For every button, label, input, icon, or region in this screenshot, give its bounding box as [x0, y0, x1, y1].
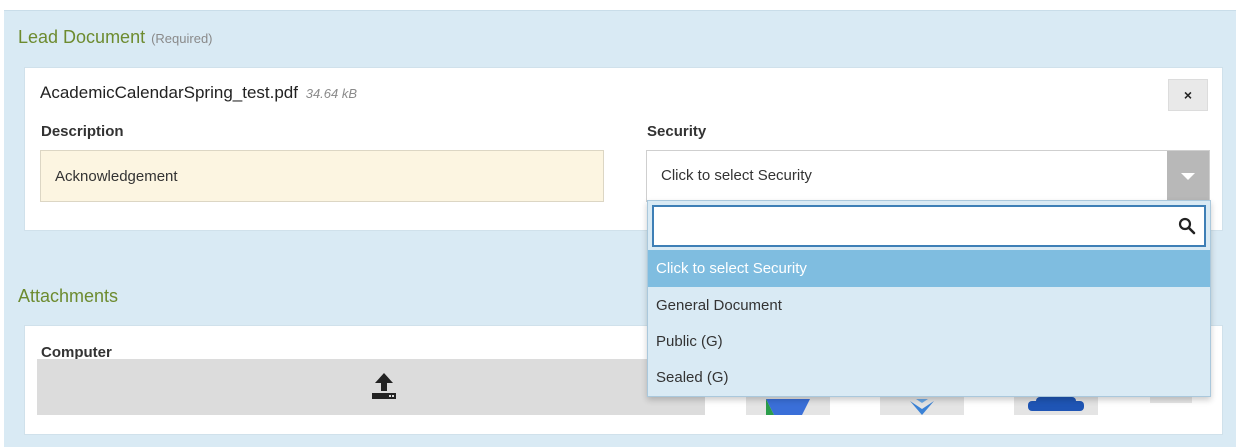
security-option[interactable]: Click to select Security: [648, 250, 1210, 287]
file-info: AcademicCalendarSpring_test.pdf 34.64 kB: [40, 83, 357, 103]
security-option[interactable]: Sealed (G): [648, 359, 1210, 396]
computer-upload-button[interactable]: [37, 359, 705, 415]
file-size: 34.64 kB: [305, 86, 358, 101]
description-field[interactable]: Acknowledgement: [40, 150, 604, 202]
description-value: Acknowledgement: [55, 167, 178, 185]
close-icon: ×: [1183, 87, 1193, 103]
security-select-value: Click to select Security: [661, 167, 812, 184]
upload-icon: [372, 373, 396, 399]
dropdown-toggle[interactable]: [1167, 151, 1209, 201]
security-option[interactable]: General Document: [648, 287, 1210, 324]
remove-file-button[interactable]: ×: [1168, 79, 1208, 111]
security-option[interactable]: Public (G): [648, 323, 1210, 360]
required-note: (Required): [151, 31, 213, 46]
lead-document-title: Lead Document: [18, 27, 146, 47]
lead-document-heading: Lead Document (Required): [18, 27, 213, 48]
security-label: Security: [647, 123, 707, 140]
attachments-title: Attachments: [18, 286, 119, 306]
chevron-down-icon: [1181, 172, 1195, 180]
search-icon: [1178, 217, 1196, 235]
file-name: AcademicCalendarSpring_test.pdf: [40, 83, 298, 102]
description-label: Description: [41, 123, 124, 140]
dropdown-search-input[interactable]: [652, 205, 1206, 247]
security-dropdown-menu: Click to select Security General Documen…: [647, 200, 1211, 397]
security-select[interactable]: Click to select Security: [646, 150, 1210, 202]
